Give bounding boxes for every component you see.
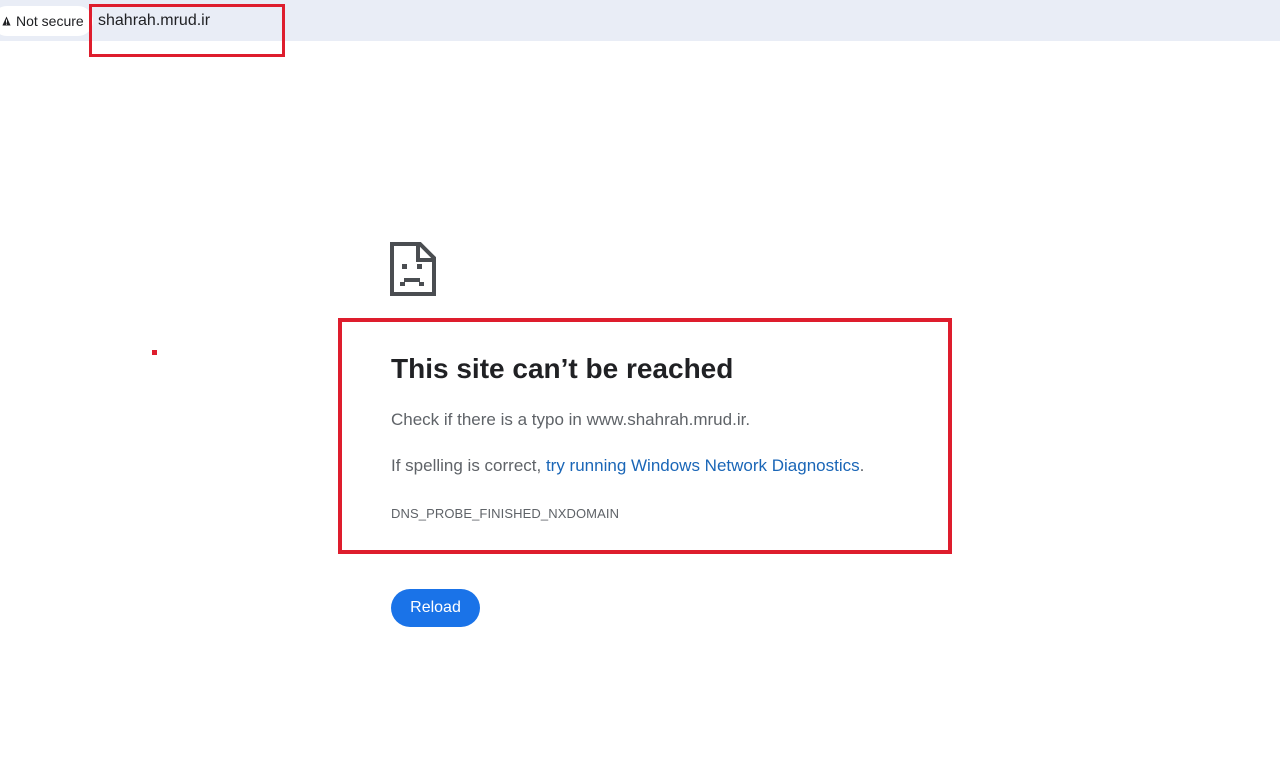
typo-suggestion: Check if there is a typo in www.shahrah.…: [391, 410, 751, 429]
diagnostics-suffix: .: [859, 456, 865, 475]
diagnostics-suggestion: If spelling is correct, try running Wind…: [391, 455, 864, 477]
red-annotation-dot: [152, 350, 157, 355]
security-chip[interactable]: Not secure: [0, 6, 93, 36]
security-label: Not secure: [16, 13, 84, 29]
error-code: DNS_PROBE_FINISHED_NXDOMAIN: [391, 506, 620, 521]
error-title: This site can’t be reached: [391, 353, 734, 384]
diagnostics-prefix: If spelling is correct,: [391, 456, 546, 475]
sad-page-icon: [390, 242, 436, 296]
reload-button[interactable]: Reload: [391, 589, 480, 627]
warning-triangle-icon: [2, 16, 11, 26]
url-input[interactable]: shahrah.mrud.ir: [98, 12, 210, 30]
address-bar: Not secure shahrah.mrud.ir: [0, 0, 1280, 41]
network-diagnostics-link[interactable]: try running Windows Network Diagnostics: [546, 456, 860, 475]
browser-page: Not secure shahrah.mrud.ir This site can…: [0, 0, 1280, 780]
